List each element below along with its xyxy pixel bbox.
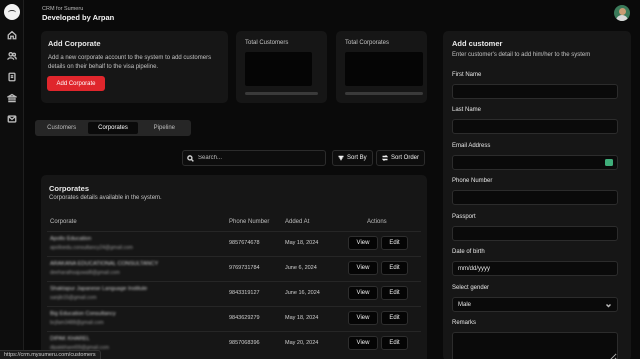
corporates-title: Corporates — [49, 184, 90, 193]
table-row: ARAKANA EDUCATIONAL CONSULTANCY deeharat… — [41, 257, 427, 281]
tab-corporates[interactable]: Corporates — [88, 122, 138, 134]
corporate-name: Shaktapur Japanese Language Institute — [50, 286, 148, 292]
app-logo[interactable] — [4, 4, 20, 20]
edit-button[interactable]: Edit — [381, 286, 408, 300]
total-customers-bar-skeleton — [245, 92, 318, 95]
table-row: Big Education Consultancy bcjfam3488@gma… — [41, 307, 427, 331]
passport-label: Passport — [452, 214, 476, 220]
edit-button[interactable]: Edit — [381, 261, 408, 275]
chevron-down-icon — [605, 303, 612, 308]
sort-by-label: Sort By — [347, 155, 367, 161]
sort-by-icon — [338, 155, 344, 161]
first-name-label: First Name — [452, 72, 482, 78]
passport-field[interactable] — [452, 226, 618, 241]
first-name-field[interactable] — [452, 84, 618, 99]
corporate-email: deeharathsajuwal8@gmail.com — [50, 270, 120, 276]
last-name-field[interactable] — [452, 119, 618, 134]
corporate-name: DIPAK KHAREL — [50, 336, 90, 342]
total-corporates-card: Total Corporates — [336, 31, 427, 103]
corporate-name: ARAKANA EDUCATIONAL CONSULTANCY — [50, 261, 159, 267]
remarks-label: Remarks — [452, 320, 477, 326]
view-button[interactable]: View — [348, 261, 378, 275]
corporate-phone: 9857068396 — [229, 340, 260, 346]
search-box — [182, 150, 326, 166]
add-corporate-description: Add a new corporate account to the syste… — [48, 55, 212, 70]
view-tabs: Customers Corporates Pipeline — [35, 120, 191, 136]
corporate-added-at: May 18, 2024 — [285, 315, 319, 321]
search-icon — [187, 154, 194, 162]
add-corporate-card: Add Corporate Add a new corporate accoun… — [41, 31, 228, 103]
view-button[interactable]: View — [348, 236, 378, 250]
email-field[interactable] — [452, 155, 618, 170]
autofill-icon[interactable] — [605, 159, 613, 166]
add-corporate-button[interactable]: Add Corporate — [47, 76, 105, 91]
corporate-email: bcjfam3488@gmail.com — [50, 320, 104, 326]
add-customer-panel: Add customer Enter customer's detail to … — [443, 31, 631, 359]
add-corporate-title: Add Corporate — [48, 39, 101, 48]
add-customer-subtitle: Enter customer's detail to add him/her t… — [452, 52, 591, 58]
corporates-subtitle: Corporates details available in the syst… — [49, 195, 162, 201]
sort-order-label: Sort Order — [391, 155, 420, 161]
sort-order-icon — [382, 155, 388, 161]
sort-order-button[interactable]: Sort Order — [376, 150, 426, 166]
corporate-phone: 9857674678 — [229, 240, 260, 246]
total-customers-value-skeleton — [245, 52, 312, 86]
total-customers-label: Total Customers — [245, 40, 289, 46]
view-button[interactable]: View — [348, 286, 378, 300]
brand-subtitle: CRM for Sumeru — [42, 6, 84, 12]
tab-customers[interactable]: Customers — [37, 122, 86, 134]
column-header-actions: Actions — [367, 219, 387, 225]
corporate-name: Apollo Education — [50, 236, 92, 242]
corporate-phone: 9769731784 — [229, 265, 260, 271]
email-label: Email Address — [452, 143, 491, 149]
total-corporates-label: Total Corporates — [345, 40, 390, 46]
add-customer-title: Add customer — [452, 39, 503, 48]
phone-label: Phone Number — [452, 178, 493, 184]
corporate-added-at: May 20, 2024 — [285, 340, 319, 346]
link-preview-status: https://crm.mysumeru.com/customers — [0, 350, 101, 359]
corporates-table-card: Corporates Corporates details available … — [41, 175, 427, 359]
dob-placeholder: mm/dd/yyyy — [458, 265, 491, 272]
brand-title: Developed by Arpan — [42, 13, 115, 22]
view-button[interactable]: View — [348, 311, 378, 325]
dob-field[interactable]: mm/dd/yyyy — [452, 261, 618, 276]
search-input[interactable] — [198, 155, 318, 161]
edit-button[interactable]: Edit — [381, 236, 408, 250]
column-header-added-at: Added At — [285, 219, 310, 225]
gender-label: Select gender — [452, 285, 490, 291]
home-icon[interactable] — [6, 29, 18, 41]
phone-field[interactable] — [452, 190, 618, 205]
user-avatar[interactable] — [614, 5, 630, 21]
total-customers-card: Total Customers — [236, 31, 327, 103]
column-header-phone: Phone Number — [229, 219, 270, 225]
sort-by-button[interactable]: Sort By — [332, 150, 373, 166]
users-icon[interactable] — [6, 50, 18, 62]
total-corporates-bar-skeleton — [345, 92, 423, 95]
table-row: Shaktapur Japanese Language Institute sa… — [41, 282, 427, 306]
corporate-added-at: June 6, 2024 — [285, 265, 317, 271]
total-corporates-value-skeleton — [345, 52, 423, 86]
gender-select[interactable]: Male — [452, 297, 618, 312]
corporate-added-at: May 18, 2024 — [285, 240, 319, 246]
gender-value: Male — [458, 301, 472, 308]
tab-pipeline[interactable]: Pipeline — [140, 122, 189, 134]
corporate-phone: 9843629279 — [229, 315, 260, 321]
table-row: Apollo Education apolloedu.consultancy24… — [41, 232, 427, 256]
column-header-corporate: Corporate — [50, 219, 77, 225]
view-button[interactable]: View — [348, 336, 378, 350]
corporate-phone: 9843319127 — [229, 290, 260, 296]
document-icon[interactable] — [6, 71, 18, 83]
dob-label: Date of birth — [452, 249, 485, 255]
edit-button[interactable]: Edit — [381, 336, 408, 350]
edit-button[interactable]: Edit — [381, 311, 408, 325]
corporate-added-at: June 16, 2024 — [285, 290, 320, 296]
last-name-label: Last Name — [452, 107, 482, 113]
sidebar-rail — [0, 0, 24, 359]
corporate-email: sanjib15@gmail.com — [50, 295, 97, 301]
corporate-name: Big Education Consultancy — [50, 311, 116, 317]
corporate-email: apolloedu.consultancy24@gmail.com — [50, 245, 133, 251]
bank-icon[interactable] — [6, 92, 18, 104]
mail-icon[interactable] — [6, 113, 18, 125]
remarks-field[interactable] — [452, 332, 618, 359]
